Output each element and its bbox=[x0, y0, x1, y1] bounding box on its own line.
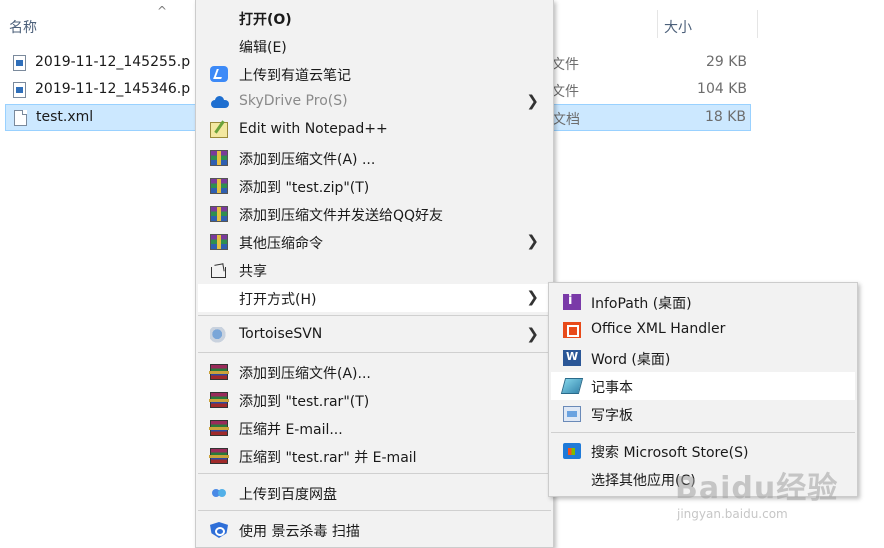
image-file-icon bbox=[13, 55, 26, 71]
archive-icon bbox=[210, 234, 228, 250]
submenu-item-notepad[interactable]: 记事本 bbox=[551, 372, 855, 400]
menu-item-label: 其他压缩命令 bbox=[239, 236, 323, 252]
menu-item-label: 添加到压缩文件并发送给QQ好友 bbox=[239, 208, 444, 224]
file-size: 104 KB bbox=[697, 81, 747, 97]
winrar-icon bbox=[209, 448, 229, 464]
winrar-icon bbox=[209, 364, 229, 380]
menu-separator bbox=[551, 432, 855, 433]
baidu-netdisk-icon bbox=[210, 485, 228, 501]
image-file-icon bbox=[13, 82, 26, 98]
archive-icon bbox=[210, 178, 228, 194]
file-name: 2019-11-12_145255.p bbox=[35, 54, 191, 70]
menu-item-label: Edit with Notepad++ bbox=[239, 121, 388, 137]
menu-item-label: 选择其他应用(C) bbox=[591, 473, 696, 489]
submenu-item-choose-other-app[interactable]: 选择其他应用(C) bbox=[551, 465, 855, 493]
notepad-icon bbox=[560, 378, 584, 394]
word-icon bbox=[563, 350, 581, 366]
submenu-item-wordpad[interactable]: 写字板 bbox=[551, 400, 855, 428]
menu-item-label: 编辑(E) bbox=[239, 40, 287, 56]
menu-item-skydrive-pro[interactable]: SkyDrive Pro(S) ❯ bbox=[198, 88, 551, 116]
shield-icon bbox=[210, 522, 228, 538]
menu-item-compress-test-rar-email[interactable]: 压缩到 "test.rar" 并 E-mail bbox=[198, 442, 551, 470]
menu-item-label: 打开方式(H) bbox=[239, 292, 317, 308]
menu-item-label: 写字板 bbox=[591, 408, 633, 424]
menu-item-label: InfoPath (桌面) bbox=[591, 296, 692, 312]
chevron-right-icon: ❯ bbox=[526, 325, 539, 343]
menu-item-other-compress[interactable]: 其他压缩命令 ❯ bbox=[198, 228, 551, 256]
winrar-icon bbox=[209, 420, 229, 436]
office-icon bbox=[563, 322, 581, 338]
menu-item-label: SkyDrive Pro(S) bbox=[239, 93, 348, 109]
menu-item-share[interactable]: 共享 bbox=[198, 256, 551, 284]
file-type: 文件 bbox=[551, 57, 579, 73]
menu-item-label: TortoiseSVN bbox=[239, 326, 323, 342]
menu-item-open[interactable]: 打开(O) bbox=[198, 4, 551, 32]
microsoft-store-icon bbox=[563, 443, 581, 459]
chevron-right-icon: ❯ bbox=[526, 232, 539, 250]
menu-item-label: Word (桌面) bbox=[591, 352, 671, 368]
menu-item-label: 添加到压缩文件(A)... bbox=[239, 366, 371, 382]
sort-ascending-icon: ^ bbox=[157, 4, 168, 18]
menu-item-antivirus-scan[interactable]: 使用 景云杀毒 扫描 bbox=[198, 516, 551, 544]
document-file-icon bbox=[14, 110, 27, 126]
menu-item-upload-baidu[interactable]: 上传到百度网盘 bbox=[198, 479, 551, 507]
column-divider[interactable] bbox=[757, 10, 758, 38]
menu-item-label: Office XML Handler bbox=[591, 321, 726, 337]
menu-item-label: 添加到压缩文件(A) ... bbox=[239, 152, 376, 168]
file-name: test.xml bbox=[36, 109, 94, 125]
submenu-item-search-store[interactable]: 搜索 Microsoft Store(S) bbox=[551, 437, 855, 465]
submenu-item-infopath[interactable]: InfoPath (桌面) bbox=[551, 288, 855, 316]
column-size-header[interactable]: 大小 bbox=[664, 17, 692, 37]
chevron-right-icon: ❯ bbox=[526, 288, 539, 306]
context-menu: 打开(O) 编辑(E) 上传到有道云笔记 SkyDrive Pro(S) ❯ E… bbox=[195, 0, 554, 548]
menu-item-label: 添加到 "test.zip"(T) bbox=[239, 180, 370, 196]
submenu-item-office-xml-handler[interactable]: Office XML Handler bbox=[551, 316, 855, 344]
archive-icon bbox=[210, 150, 228, 166]
menu-item-edit-notepadpp[interactable]: Edit with Notepad++ bbox=[198, 116, 551, 144]
infopath-icon bbox=[563, 293, 581, 310]
file-size: 18 KB bbox=[704, 109, 746, 125]
file-size: 29 KB bbox=[705, 54, 747, 70]
menu-item-label: 打开(O) bbox=[239, 12, 292, 28]
menu-item-add-test-zip[interactable]: 添加到 "test.zip"(T) bbox=[198, 172, 551, 200]
youdao-note-icon bbox=[210, 66, 228, 82]
menu-item-label: 上传到百度网盘 bbox=[239, 487, 337, 503]
menu-item-tortoisesvn[interactable]: TortoiseSVN ❯ bbox=[198, 321, 551, 349]
menu-item-label: 搜索 Microsoft Store(S) bbox=[591, 445, 749, 461]
menu-item-edit[interactable]: 编辑(E) bbox=[198, 32, 551, 60]
wordpad-icon bbox=[563, 406, 581, 422]
menu-item-label: 使用 景云杀毒 扫描 bbox=[239, 524, 360, 540]
file-type: 文件 bbox=[551, 84, 579, 100]
menu-item-compress-email[interactable]: 压缩并 E-mail... bbox=[198, 414, 551, 442]
menu-item-rar-add-archive[interactable]: 添加到压缩文件(A)... bbox=[198, 358, 551, 386]
menu-separator bbox=[198, 510, 551, 511]
menu-item-add-test-rar[interactable]: 添加到 "test.rar"(T) bbox=[198, 386, 551, 414]
menu-item-label: 压缩到 "test.rar" 并 E-mail bbox=[239, 450, 417, 466]
menu-item-upload-youdao[interactable]: 上传到有道云笔记 bbox=[198, 60, 551, 88]
winrar-icon bbox=[209, 392, 229, 408]
menu-item-label: 共享 bbox=[239, 264, 267, 280]
file-name: 2019-11-12_145346.p bbox=[35, 81, 191, 97]
menu-item-label: 上传到有道云笔记 bbox=[239, 68, 351, 84]
menu-item-label: 压缩并 E-mail... bbox=[239, 422, 343, 438]
cloud-icon bbox=[210, 94, 230, 110]
tortoisesvn-icon bbox=[210, 327, 228, 343]
menu-item-label: 添加到 "test.rar"(T) bbox=[239, 394, 370, 410]
menu-item-open-with[interactable]: 打开方式(H) ❯ bbox=[198, 284, 551, 312]
menu-separator bbox=[198, 315, 551, 316]
open-with-submenu: InfoPath (桌面) Office XML Handler Word (桌… bbox=[548, 282, 858, 497]
share-icon bbox=[210, 262, 228, 278]
file-type: 文档 bbox=[552, 112, 580, 128]
chevron-right-icon: ❯ bbox=[526, 92, 539, 110]
column-divider[interactable] bbox=[657, 10, 658, 38]
archive-icon bbox=[210, 206, 228, 222]
menu-separator bbox=[198, 473, 551, 474]
notepadpp-icon bbox=[210, 122, 228, 138]
menu-separator bbox=[198, 352, 551, 353]
menu-item-archive-send-qq[interactable]: 添加到压缩文件并发送给QQ好友 bbox=[198, 200, 551, 228]
column-name-header[interactable]: 名称 bbox=[9, 17, 37, 37]
submenu-item-word[interactable]: Word (桌面) bbox=[551, 344, 855, 372]
menu-item-add-archive[interactable]: 添加到压缩文件(A) ... bbox=[198, 144, 551, 172]
menu-item-label: 记事本 bbox=[591, 380, 633, 396]
